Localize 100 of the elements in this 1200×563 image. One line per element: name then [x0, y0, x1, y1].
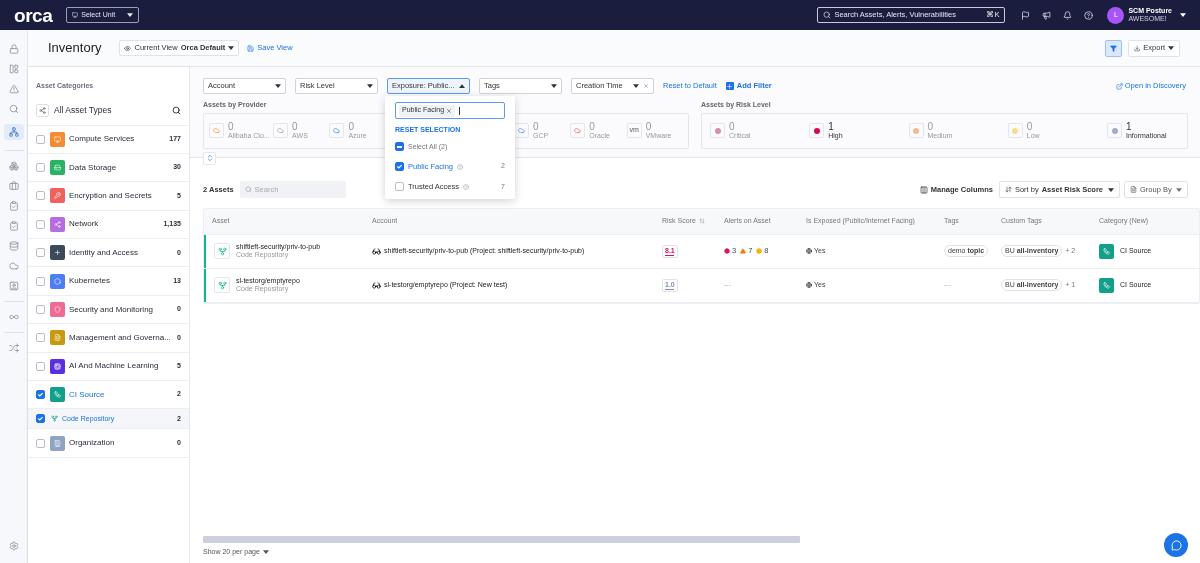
checkbox[interactable] [36, 414, 45, 424]
caret-icon [633, 84, 639, 88]
network-icon[interactable] [3, 124, 24, 140]
checkbox[interactable] [395, 162, 404, 172]
checkbox[interactable] [36, 305, 45, 315]
search-icon[interactable] [172, 105, 181, 115]
help-icon [463, 183, 469, 190]
document-icon [1130, 186, 1137, 193]
caret-icon [551, 84, 557, 88]
search-icon [244, 186, 252, 193]
clipboard-icon[interactable] [8, 221, 19, 231]
database-icon[interactable] [8, 241, 19, 251]
shuffle-icon[interactable] [8, 343, 19, 353]
provider-logo [209, 123, 224, 138]
glasses-icon [372, 280, 381, 290]
bell-icon[interactable] [1063, 10, 1073, 20]
eye-icon [124, 44, 132, 52]
briefcase-icon[interactable] [8, 181, 19, 191]
category-name: Management and Governa... [69, 331, 171, 344]
checkbox[interactable] [36, 163, 45, 173]
remove-icon[interactable] [446, 107, 453, 114]
flag-icon[interactable] [1021, 10, 1031, 20]
caret-icon [262, 549, 269, 554]
checkbox[interactable] [36, 248, 45, 258]
provider-logo [273, 123, 289, 138]
caret-icon [1180, 13, 1186, 17]
external-link-icon [1115, 82, 1123, 90]
caret-icon [275, 84, 281, 88]
logo[interactable]: orca [14, 5, 53, 25]
repository-icon [214, 277, 230, 293]
checkbox[interactable] [36, 390, 45, 400]
sort-icon[interactable] [698, 218, 705, 224]
stat-value: 0 [1026, 121, 1034, 133]
stat-value: 0 [645, 121, 653, 133]
infinity-icon[interactable] [8, 312, 19, 322]
caret-icon [1176, 187, 1182, 192]
clear-icon[interactable] [643, 83, 649, 89]
help-icon [457, 163, 464, 170]
cubes-icon[interactable] [8, 161, 19, 171]
all-asset-types[interactable]: All Asset Types [54, 103, 112, 117]
category-name: Network [69, 218, 99, 231]
fork-icon [51, 415, 58, 423]
sort-icon [1004, 186, 1012, 193]
stat-value: 1 [1126, 121, 1133, 133]
stat-value: 0 [589, 121, 596, 133]
chat-icon [1170, 539, 1182, 551]
horizontal-scrollbar[interactable] [203, 535, 800, 543]
clipboard-icon[interactable] [8, 201, 19, 211]
checkbox[interactable] [395, 182, 404, 192]
filter-toggle[interactable] [1105, 39, 1122, 57]
monitor-icon [72, 12, 79, 18]
checkbox[interactable] [36, 276, 45, 286]
checkbox[interactable] [36, 191, 45, 201]
category-name: Kubernetes [69, 275, 110, 288]
provider-logo [329, 123, 345, 138]
asset-types-icon [36, 103, 49, 117]
category-name: Organization [69, 437, 115, 450]
page-title: Inventory [48, 39, 102, 58]
save-icon [247, 44, 255, 52]
checkbox[interactable] [395, 142, 404, 152]
glasses-icon [372, 246, 381, 256]
category-name: Compute Services [69, 133, 135, 146]
layout-icon[interactable] [8, 64, 19, 74]
repository-icon [214, 243, 230, 259]
category-name: CI Source [69, 388, 105, 401]
category-name: Security and Monitoring [69, 303, 154, 316]
settings-icon[interactable] [8, 541, 19, 551]
category-name: Identity and Access [69, 246, 138, 259]
checkbox[interactable] [36, 333, 45, 343]
stat-value: 0 [533, 121, 540, 133]
provider-logo [514, 123, 529, 138]
lock-icon[interactable] [8, 44, 19, 54]
user-card-icon[interactable] [8, 281, 19, 291]
stat-value: 0 [729, 121, 736, 133]
checkbox[interactable] [36, 134, 45, 144]
stat-value: 1 [828, 121, 835, 133]
cloud-icon[interactable] [8, 261, 19, 271]
stat-value: 0 [228, 121, 235, 133]
expand-icon [205, 154, 214, 162]
checkbox[interactable] [36, 361, 45, 371]
help-icon[interactable] [1084, 10, 1094, 20]
plus-icon [725, 82, 734, 90]
stat-value: 0 [348, 121, 355, 133]
megaphone-icon[interactable] [1042, 10, 1052, 20]
caret-icon [1108, 187, 1114, 192]
caret-icon [228, 46, 235, 50]
columns-icon [919, 185, 928, 194]
category-name: AI And Machine Learning [69, 360, 159, 373]
download-icon [1134, 44, 1141, 52]
filter-icon [1110, 44, 1117, 52]
checkbox[interactable] [36, 219, 45, 229]
category-icon [1099, 243, 1114, 259]
search-icon [823, 11, 832, 19]
stat-value: 0 [292, 121, 299, 133]
checkbox[interactable] [36, 438, 45, 448]
caret-icon [1168, 46, 1174, 50]
warning-icon[interactable] [8, 84, 19, 94]
category-icon [1099, 277, 1114, 293]
caret-icon [127, 13, 134, 17]
category-name: Data Storage [69, 161, 117, 174]
